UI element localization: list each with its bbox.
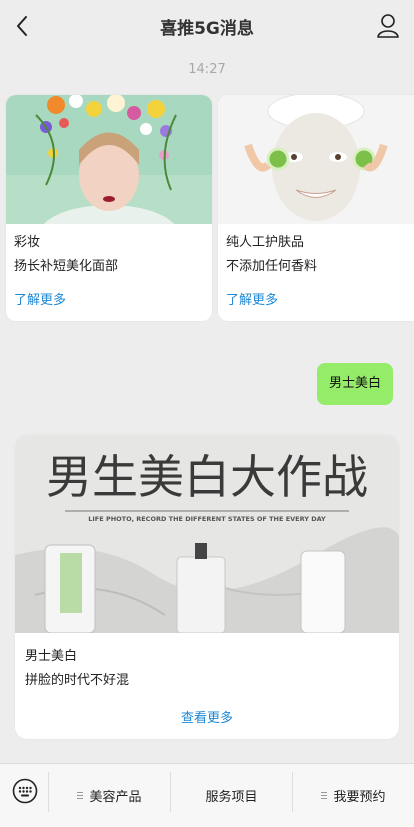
card-title: 彩妆: [14, 235, 41, 250]
card-subtitle: 不添加任何香料: [226, 259, 318, 274]
feature-card-men-whitening[interactable]: 男生美白大作战 LIFE PHOTO, RECORD THE DIFFERENT…: [15, 435, 399, 739]
submenu-icon: [321, 790, 328, 801]
menu-label: 我要预约: [333, 790, 386, 805]
message-timestamp: 14:27: [188, 62, 226, 77]
menu-booking[interactable]: 我要预约: [293, 764, 414, 827]
bottom-menu-bar: 美容产品 服务项目 我要预约: [0, 763, 414, 827]
header-bar: 喜推5G消息: [0, 0, 414, 52]
card-subtitle: 拼脸的时代不好混: [25, 673, 130, 688]
submenu-icon: [77, 790, 84, 801]
facemask-image: [218, 95, 414, 224]
page-title: 喜推5G消息: [160, 19, 254, 39]
view-more-link[interactable]: 查看更多: [15, 707, 399, 726]
banner-subtitle: LIFE PHOTO, RECORD THE DIFFERENT STATES …: [88, 515, 326, 523]
user-icon[interactable]: [376, 13, 400, 39]
banner-title: 男生美白大作战: [46, 450, 368, 504]
user-message-bubble: 男士美白: [316, 363, 393, 405]
card-title: 纯人工护肤品: [226, 235, 305, 250]
menu-services[interactable]: 服务项目: [171, 764, 292, 827]
card-subtitle: 扬长补短美化面部: [14, 259, 119, 274]
card-title: 男士美白: [25, 649, 78, 664]
product-card-skincare[interactable]: 纯人工护肤品 不添加任何香料 了解更多: [218, 95, 414, 321]
learn-more-link[interactable]: 了解更多: [226, 289, 278, 308]
keyboard-icon[interactable]: [12, 778, 38, 804]
men-whitening-banner: 男生美白大作战 LIFE PHOTO, RECORD THE DIFFERENT…: [15, 435, 399, 633]
makeup-image: [6, 95, 212, 224]
product-card-makeup[interactable]: 彩妆 扬长补短美化面部 了解更多: [6, 95, 212, 321]
learn-more-link[interactable]: 了解更多: [14, 289, 66, 308]
menu-beauty-products[interactable]: 美容产品: [49, 764, 170, 827]
menu-label: 服务项目: [205, 790, 258, 805]
menu-label: 美容产品: [89, 790, 142, 805]
